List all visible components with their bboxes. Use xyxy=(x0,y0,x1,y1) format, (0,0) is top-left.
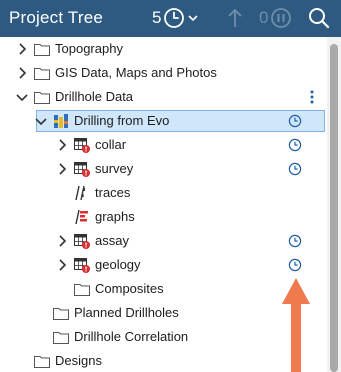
vertical-scrollbar[interactable] xyxy=(327,37,341,372)
pending-tasks-button[interactable]: 5 xyxy=(152,5,199,31)
pause-icon xyxy=(271,8,292,28)
project-tree-header: Project Tree 5 0 xyxy=(0,0,341,37)
tree-item-collar[interactable]: collar xyxy=(0,133,327,157)
upload-arrow-icon xyxy=(228,8,242,27)
tree-item-designs[interactable]: Designs xyxy=(0,349,327,372)
search-icon xyxy=(309,8,330,29)
tree-item-label: Drillhole Correlation xyxy=(74,329,189,344)
tree-item-label: Drillhole Data xyxy=(55,89,134,104)
chevron-down-icon xyxy=(188,15,199,22)
tree-item-graphs[interactable]: graphs xyxy=(0,205,327,229)
tree-item-composites[interactable]: Composites xyxy=(0,277,327,301)
paused-tasks-button[interactable]: 0 xyxy=(259,5,292,31)
tree-item-label: survey xyxy=(95,161,134,176)
clock-icon xyxy=(288,162,302,176)
clock-icon xyxy=(164,8,185,28)
project-tree: Topography GIS Data, Maps and Photos Dri… xyxy=(0,37,327,372)
project-tree-panel: Project Tree 5 0 Topography GIS Data, Ma… xyxy=(0,0,341,372)
tree-item-geology[interactable]: geology xyxy=(0,253,327,277)
clock-icon xyxy=(288,234,302,248)
tree-item-assay[interactable]: assay xyxy=(0,229,327,253)
panel-title: Project Tree xyxy=(9,8,104,27)
chevron-down-icon[interactable] xyxy=(33,113,49,129)
clock-icon xyxy=(288,138,302,152)
more-options-icon[interactable] xyxy=(309,90,315,104)
scrollbar-thumb[interactable] xyxy=(330,44,338,372)
chevron-right-icon[interactable] xyxy=(54,161,70,177)
folder-icon xyxy=(34,68,50,80)
paused-tasks-count: 0 xyxy=(259,8,269,27)
folder-icon xyxy=(34,356,50,368)
chevron-right-icon[interactable] xyxy=(14,65,30,81)
tree-item-planned-drillholes[interactable]: Planned Drillholes xyxy=(0,301,327,325)
tree-item-label: Planned Drillholes xyxy=(74,305,179,320)
table-error-icon xyxy=(74,258,90,273)
tree-item-label: Composites xyxy=(95,281,164,296)
table-error-icon xyxy=(74,138,90,153)
clock-icon xyxy=(288,258,302,272)
tree-item-label: collar xyxy=(95,137,127,152)
tree-item-drillhole-data[interactable]: Drillhole Data xyxy=(0,85,327,109)
tree-item-label: graphs xyxy=(95,209,135,224)
graphs-icon xyxy=(75,209,88,225)
tree-item-label: Designs xyxy=(55,353,102,368)
folder-icon xyxy=(53,308,69,320)
chevron-right-icon[interactable] xyxy=(14,41,30,57)
tree-item-survey[interactable]: survey xyxy=(0,157,327,181)
table-error-icon xyxy=(74,234,90,249)
tree-item-drilling-from-evo[interactable]: Drilling from Evo xyxy=(0,109,327,133)
folder-icon xyxy=(53,332,69,344)
annotation-arrow-icon xyxy=(282,278,310,372)
tree-item-label: geology xyxy=(95,257,141,272)
table-error-icon xyxy=(74,162,90,177)
tree-item-label: assay xyxy=(95,233,129,248)
tree-item-label: traces xyxy=(95,185,131,200)
folder-icon xyxy=(34,92,50,104)
tree-item-label: GIS Data, Maps and Photos xyxy=(55,65,217,80)
search-button[interactable] xyxy=(308,5,330,31)
tree-item-traces[interactable]: traces xyxy=(0,181,327,205)
clock-icon xyxy=(288,114,302,128)
tree-item-label: Topography xyxy=(55,41,123,56)
chevron-right-icon[interactable] xyxy=(54,233,70,249)
tree-item-label: Drilling from Evo xyxy=(74,113,170,128)
folder-icon xyxy=(74,284,90,296)
drillhole-database-icon xyxy=(54,114,68,128)
traces-icon xyxy=(75,185,85,201)
folder-icon xyxy=(34,44,50,56)
pending-tasks-count: 5 xyxy=(152,8,162,27)
tree-item-drillhole-correlation[interactable]: Drillhole Correlation xyxy=(0,325,327,349)
tree-item-gis-data[interactable]: GIS Data, Maps and Photos xyxy=(0,61,327,85)
chevron-right-icon[interactable] xyxy=(54,257,70,273)
chevron-down-icon[interactable] xyxy=(14,89,30,105)
chevron-right-icon[interactable] xyxy=(54,137,70,153)
upload-button[interactable] xyxy=(227,5,243,31)
tree-item-topography[interactable]: Topography xyxy=(0,37,327,61)
